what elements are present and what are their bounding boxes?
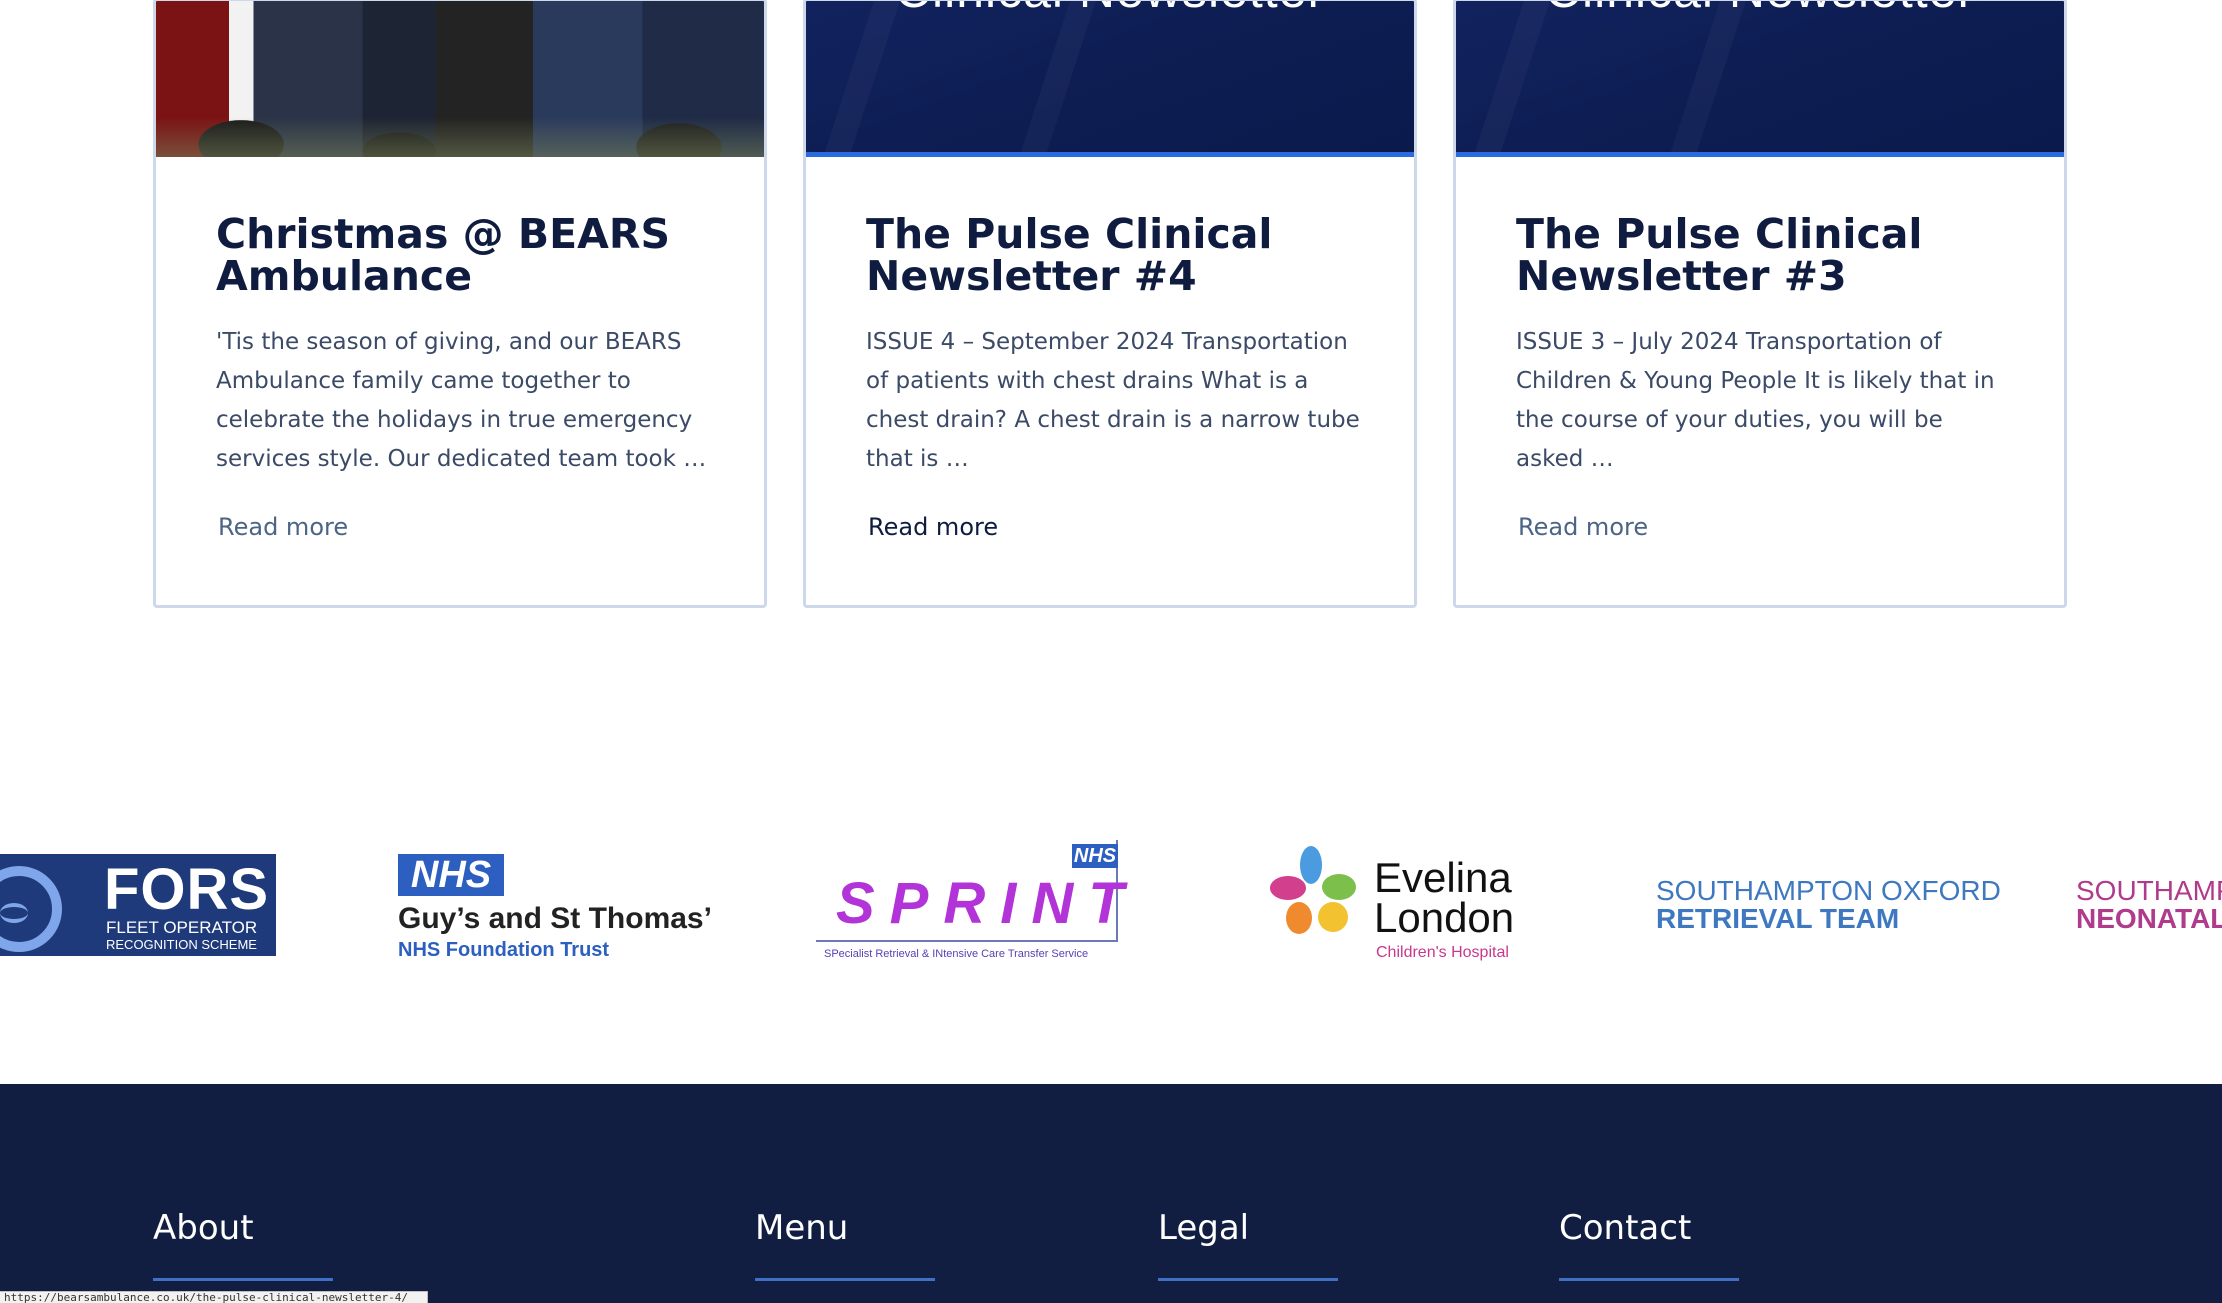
sprint-wordmark: SPRINT: [836, 871, 1139, 936]
evelina-london-logo: Evelina London Children's Hospital: [1268, 846, 1518, 966]
evelina-line3: Children's Hospital: [1376, 944, 1509, 961]
watermark-graphic: [808, 1, 1105, 152]
footer-menu-column: Menu: [755, 1208, 848, 1248]
fors-logo: FORS FLEET OPERATOR RECOGNITION SCHEME: [0, 854, 276, 956]
post-title[interactable]: The Pulse Clinical Newsletter #4: [866, 213, 1366, 297]
post-thumbnail[interactable]: Clinical Newsletter: [806, 1, 1414, 157]
nhs-logo-icon: NHS: [1072, 844, 1118, 868]
watermark-graphic: [1458, 1, 1755, 152]
post-card[interactable]: Christmas @ BEARS Ambulance 'Tis the sea…: [153, 0, 767, 608]
post-excerpt: ISSUE 4 – September 2024 Transportation …: [866, 329, 1360, 472]
read-more-link[interactable]: Read more: [868, 513, 998, 541]
footer-heading-menu: Menu: [755, 1208, 849, 1248]
footer-divider: [755, 1278, 935, 1281]
fors-subtitle-line1: FLEET OPERATOR: [106, 918, 258, 937]
footer-divider: [1158, 1278, 1338, 1281]
footer-divider: [153, 1278, 333, 1281]
post-title[interactable]: Christmas @ BEARS Ambulance: [216, 213, 716, 297]
nhs-logo-icon: NHS: [398, 854, 504, 896]
footer-heading-legal: Legal: [1158, 1208, 1250, 1248]
evelina-line2: London: [1374, 894, 1515, 941]
fors-wordmark: FORS: [104, 857, 270, 922]
post-card[interactable]: Clinical Newsletter The Pulse Clinical N…: [803, 0, 1417, 608]
southampton-oxford-retrieval-logo: SOUTHAMPTON OXFORD RETRIEVAL TEAM: [1656, 876, 2016, 946]
thumbnail-banner-text: Clinical Newsletter: [806, 1, 1414, 19]
read-more-link[interactable]: Read more: [218, 513, 348, 541]
sprint-logo: NHS SPRINT SPecialist Retrieval & INtens…: [816, 840, 1124, 968]
link-status-bar: https://bearsambulance.co.uk/the-pulse-c…: [0, 1291, 428, 1303]
post-title[interactable]: The Pulse Clinical Newsletter #3: [1516, 213, 2016, 297]
footer-about-column: About: [153, 1208, 254, 1248]
footer-divider: [1559, 1278, 1739, 1281]
guys-st-thomas-logo: NHS Guy’s and St Thomas’ NHS Foundation …: [398, 854, 712, 964]
neonatal-line1: SOUTHAMPTON: [2076, 875, 2222, 906]
post-thumbnail[interactable]: Clinical Newsletter: [1456, 1, 2064, 157]
gst-trust: NHS Foundation Trust: [398, 939, 610, 961]
post-thumbnail[interactable]: [156, 1, 764, 157]
site-footer: About Menu Legal Contact: [0, 1084, 2222, 1303]
neonatal-line2: NEONATAL: [2076, 903, 2222, 934]
sort-line2: RETRIEVAL TEAM: [1656, 903, 1900, 934]
partner-logo-carousel: FORS FLEET OPERATOR RECOGNITION SCHEME N…: [0, 830, 2222, 980]
thumbnail-banner-text: Clinical Newsletter: [1456, 1, 2064, 19]
gst-name: Guy’s and St Thomas’: [398, 902, 712, 935]
post-card[interactable]: Clinical Newsletter The Pulse Clinical N…: [1453, 0, 2067, 608]
post-excerpt: 'Tis the season of giving, and our BEARS…: [216, 329, 707, 472]
sprint-subtitle: SPecialist Retrieval & INtensive Care Tr…: [824, 948, 1089, 960]
southampton-neonatal-logo: SOUTHAMPTON NEONATAL: [2076, 876, 2222, 946]
fors-wheel-icon: [0, 866, 62, 952]
read-more-link[interactable]: Read more: [1518, 513, 1648, 541]
sort-line1: SOUTHAMPTON OXFORD: [1656, 875, 2001, 906]
fors-subtitle-line2: RECOGNITION SCHEME: [106, 937, 257, 952]
post-excerpt: ISSUE 3 – July 2024 Transportation of Ch…: [1516, 329, 1995, 472]
footer-heading-contact: Contact: [1559, 1208, 1692, 1248]
footer-legal-column: Legal: [1158, 1208, 1249, 1248]
footer-heading-about: About: [153, 1208, 254, 1248]
footer-contact-column: Contact: [1559, 1208, 1691, 1248]
